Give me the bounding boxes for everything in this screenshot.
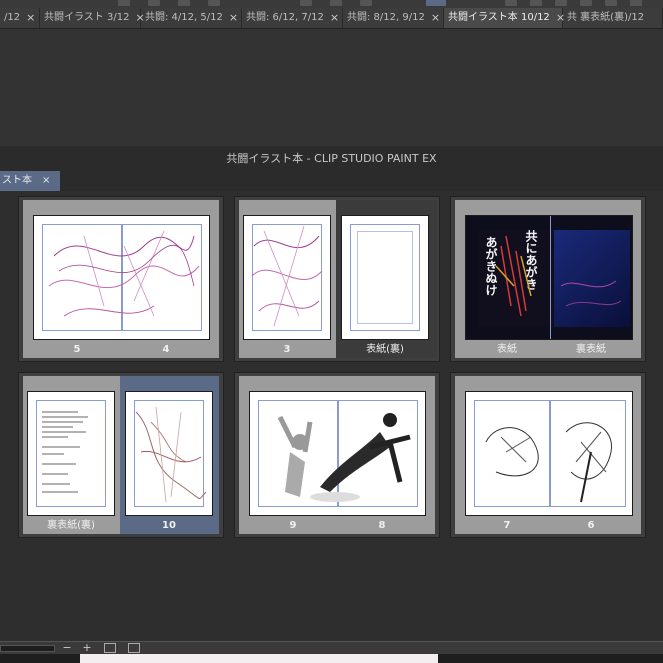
close-icon[interactable]: × xyxy=(42,175,50,186)
safe-frame xyxy=(357,231,413,324)
spread-3-cover-back[interactable]: 3 表紙(裏) xyxy=(234,196,440,362)
document-tabs: /12 × 共闘イラスト 3/12 × 共闘: 4/12, 5/12 × 共闘: 6/… xyxy=(0,8,663,29)
tool-icon[interactable] xyxy=(555,0,567,6)
sketch-art xyxy=(251,225,323,327)
tab-label: 共闘: 4/12, 5/12 xyxy=(145,12,223,23)
tab-label: スト本 xyxy=(2,175,32,186)
tab-label: /12 xyxy=(4,12,21,23)
spread-back-inner-10[interactable]: 裏表紙(裏) 10 xyxy=(18,372,224,538)
page-number-label: 裏表紙 xyxy=(576,344,606,355)
page-number-label: 9 xyxy=(289,520,297,531)
tab-label: 共 裏表紙(裏)/12 xyxy=(567,12,645,23)
tool-icon[interactable] xyxy=(605,0,617,6)
tool-icon[interactable] xyxy=(300,0,312,6)
page-management-area: 5 4 3 表紙(裏) あがきぬけ 共にあがき 表紙 裏表紙 裏表紙(裏) 10… xyxy=(0,191,663,641)
doc-tab[interactable]: /12 × xyxy=(0,8,40,28)
sketch-art xyxy=(135,406,207,503)
status-bar: − + xyxy=(0,641,663,655)
tool-icon[interactable] xyxy=(360,0,372,6)
tool-icon-active[interactable] xyxy=(426,0,446,6)
close-icon[interactable]: × xyxy=(26,8,35,28)
page-number-label: 表紙(裏) xyxy=(366,344,404,355)
tab-label: 共闘イラスト 3/12 xyxy=(44,12,130,23)
canvas-preview-strip xyxy=(80,654,438,663)
doc-tab-active[interactable]: 共闘イラスト本 10/12 × xyxy=(444,8,565,28)
doc-tab[interactable]: 共闘: 6/12, 7/12 × xyxy=(242,8,343,28)
spine-line xyxy=(550,216,551,339)
page-number-label: 7 xyxy=(503,520,511,531)
tab-label: 共闘: 8/12, 9/12 xyxy=(347,12,425,23)
spread-cover[interactable]: あがきぬけ 共にあがき 表紙 裏表紙 xyxy=(450,196,646,362)
doc-tab[interactable]: 共闘イラスト 3/12 × xyxy=(40,8,145,28)
display-settings-icon[interactable] xyxy=(128,643,140,653)
page-manager-tab[interactable]: スト本 × xyxy=(0,171,60,191)
tool-icon[interactable] xyxy=(178,0,190,6)
tool-icon[interactable] xyxy=(148,0,160,6)
spread-7-6[interactable]: 7 6 xyxy=(450,372,646,538)
sketch-art xyxy=(48,230,200,317)
sketch-art xyxy=(485,422,612,503)
spread-9-8[interactable]: 9 8 xyxy=(234,372,440,538)
close-icon[interactable]: × xyxy=(229,8,238,28)
page-thumbnail-text[interactable] xyxy=(27,391,115,516)
empty-workspace xyxy=(0,29,663,146)
tool-icon[interactable] xyxy=(505,0,517,6)
text-lines xyxy=(42,411,88,493)
tab-label: 共闘: 6/12, 7/12 xyxy=(246,12,324,23)
page-number-label: 6 xyxy=(587,520,595,531)
close-icon[interactable]: × xyxy=(431,8,440,28)
close-icon[interactable]: × xyxy=(330,8,339,28)
page-thumbnail[interactable] xyxy=(33,215,210,340)
top-toolbar xyxy=(0,0,663,8)
thumbnail-size-icon[interactable] xyxy=(104,643,116,653)
tool-icon[interactable] xyxy=(208,0,220,6)
page-thumbnail-blank[interactable] xyxy=(341,215,429,340)
3d-figure-art xyxy=(277,413,411,502)
page-number-label: 4 xyxy=(162,344,170,355)
tool-icon[interactable] xyxy=(530,0,542,6)
tool-icon[interactable] xyxy=(580,0,592,6)
page-number-label: 8 xyxy=(378,520,386,531)
cover-thumbnail[interactable]: あがきぬけ 共にあがき xyxy=(465,215,633,340)
page-number-label: 3 xyxy=(283,344,291,355)
page-thumbnail[interactable] xyxy=(465,391,633,516)
tab-label: 共闘イラスト本 10/12 xyxy=(448,12,550,23)
page-number-label: 裏表紙(裏) xyxy=(47,520,95,531)
doc-tab[interactable]: 共闘: 4/12, 5/12 × xyxy=(141,8,242,28)
page-number-label: 表紙 xyxy=(497,344,517,355)
tab-bar xyxy=(60,171,663,192)
page-number-label: 5 xyxy=(73,344,81,355)
cover-art xyxy=(495,235,622,317)
window-title: 共闘イラスト本 - CLIP STUDIO PAINT EX xyxy=(0,146,663,171)
spread-5-4[interactable]: 5 4 xyxy=(18,196,224,362)
doc-tab[interactable]: 共 裏表紙(裏)/12 xyxy=(563,8,663,28)
tool-icon[interactable] xyxy=(330,0,342,6)
doc-tab[interactable]: 共闘: 8/12, 9/12 × xyxy=(343,8,444,28)
zoom-slider[interactable] xyxy=(0,645,55,652)
tool-icon[interactable] xyxy=(630,0,642,6)
page-thumbnail[interactable] xyxy=(249,391,426,516)
tool-icon[interactable] xyxy=(118,0,130,6)
page-number-label: 10 xyxy=(162,520,176,531)
page-thumbnail[interactable] xyxy=(243,215,331,340)
page-thumbnail[interactable] xyxy=(125,391,213,516)
